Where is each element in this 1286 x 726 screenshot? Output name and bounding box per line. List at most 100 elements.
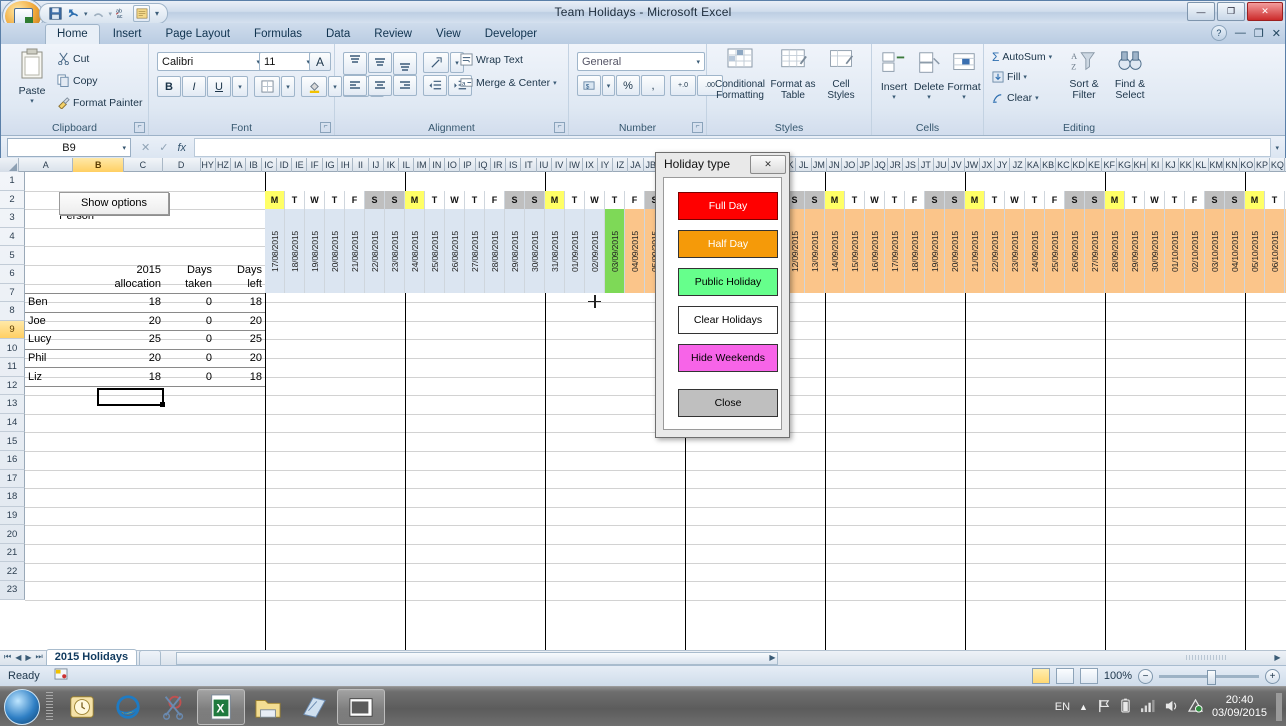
column-header-KF[interactable]: KF — [1102, 158, 1117, 172]
align-center-button[interactable] — [368, 75, 392, 96]
paste-dropdown-icon[interactable]: ▾ — [9, 97, 55, 105]
borders-button[interactable] — [254, 76, 280, 97]
format-as-table-button[interactable]: Format as Table — [769, 48, 817, 101]
save-icon[interactable] — [48, 6, 63, 21]
redo-icon[interactable] — [91, 6, 106, 21]
action-center-icon[interactable] — [1188, 699, 1203, 716]
align-top-button[interactable] — [343, 52, 367, 75]
horizontal-scrollbar[interactable]: ▶ ▶ — [0, 650, 1286, 665]
tab-view[interactable]: View — [425, 25, 472, 44]
column-header-IT[interactable]: IT — [521, 158, 536, 172]
column-header-KG[interactable]: KG — [1117, 158, 1132, 172]
column-header-JM[interactable]: JM — [812, 158, 827, 172]
font-name-combo[interactable]: Calibri ▾ — [157, 52, 265, 71]
flag-icon[interactable] — [1097, 699, 1111, 716]
column-header-IX[interactable]: IX — [583, 158, 598, 172]
fill-button[interactable]: Fill ▾ — [992, 71, 1027, 83]
calendar-date-cell[interactable]: 30/08/2015 — [525, 209, 545, 293]
public-holiday-button[interactable]: Public Holiday — [678, 268, 778, 296]
network-icon[interactable] — [1140, 699, 1155, 716]
calendar-date-cell[interactable]: 05/10/2015 — [1245, 209, 1265, 293]
close-dialog-button[interactable]: Close — [678, 389, 778, 417]
name-box-chevron-icon[interactable]: ▾ — [122, 144, 126, 152]
calendar-date-cell[interactable]: 27/09/2015 — [1085, 209, 1105, 293]
hide-weekends-button[interactable]: Hide Weekends — [678, 344, 778, 372]
merge-center-dropdown-icon[interactable]: ▾ — [553, 79, 557, 87]
column-header-IO[interactable]: IO — [445, 158, 460, 172]
prev-sheet-button[interactable]: ◀ — [14, 653, 22, 662]
volume-icon[interactable] — [1164, 699, 1179, 716]
increase-decimal-button[interactable]: +.0 — [670, 75, 696, 96]
taskbar-grip[interactable] — [46, 692, 53, 722]
align-left-button[interactable] — [343, 75, 367, 96]
table-cell-r7-c1[interactable]: 20 — [100, 349, 161, 368]
alignment-dialog-launcher[interactable]: ⌐ — [554, 122, 565, 133]
calendar-day-letter[interactable]: S — [365, 191, 385, 211]
calendar-day-letter[interactable]: T — [1165, 191, 1185, 211]
column-header-IH[interactable]: IH — [338, 158, 353, 172]
column-header-JW[interactable]: JW — [965, 158, 980, 172]
column-header-IP[interactable]: IP — [460, 158, 475, 172]
column-header-KI[interactable]: KI — [1148, 158, 1163, 172]
underline-dropdown-icon[interactable]: ▾ — [232, 76, 248, 97]
fill-color-button[interactable] — [301, 76, 327, 97]
sheet-tab-2015-holidays[interactable]: 2015 Holidays — [46, 649, 137, 665]
calendar-date-cell[interactable]: 22/08/2015 — [365, 209, 385, 293]
bold-button[interactable]: B — [157, 76, 181, 97]
decrease-indent-button[interactable] — [423, 75, 447, 96]
calendar-date-cell[interactable]: 28/09/2015 — [1105, 209, 1125, 293]
last-sheet-button[interactable]: ⏭ — [35, 652, 44, 662]
calendar-date-cell[interactable]: 31/08/2015 — [545, 209, 565, 293]
column-header-JN[interactable]: JN — [827, 158, 842, 172]
calendar-day-letter[interactable]: M — [405, 191, 425, 211]
minimize-button[interactable]: — — [1187, 2, 1215, 21]
zoom-slider-thumb[interactable] — [1207, 670, 1216, 685]
calendar-day-letter[interactable]: W — [445, 191, 465, 211]
column-header-IC[interactable]: IC — [262, 158, 277, 172]
column-header-IQ[interactable]: IQ — [476, 158, 491, 172]
calendar-day-letter[interactable]: T — [465, 191, 485, 211]
calendar-date-cell[interactable]: 26/09/2015 — [1065, 209, 1085, 293]
row-header-17[interactable]: 17 — [0, 470, 25, 489]
column-header-IL[interactable]: IL — [399, 158, 414, 172]
column-header-IK[interactable]: IK — [384, 158, 399, 172]
column-header-C[interactable]: C — [124, 158, 163, 172]
internet-explorer-icon[interactable] — [105, 690, 151, 724]
calendar-date-cell[interactable]: 04/10/2015 — [1225, 209, 1245, 293]
calendar-date-cell[interactable]: 24/09/2015 — [1025, 209, 1045, 293]
column-header-B[interactable]: B — [73, 158, 124, 172]
name-box[interactable]: B9 ▾ — [7, 138, 131, 157]
taskbar-clock[interactable]: 20:40 03/09/2015 — [1212, 694, 1267, 720]
show-hidden-icons-button[interactable]: ▲ — [1079, 702, 1088, 712]
row-header-10[interactable]: 10 — [0, 339, 25, 358]
dialog-close-button[interactable]: ✕ — [750, 155, 786, 174]
calendar-day-letter[interactable]: M — [265, 191, 285, 211]
calendar-date-cell[interactable]: 06/10/2015 — [1265, 209, 1285, 293]
calendar-date-cell[interactable]: 28/08/2015 — [485, 209, 505, 293]
calendar-date-cell[interactable]: 17/09/2015 — [885, 209, 905, 293]
row-header-21[interactable]: 21 — [0, 544, 25, 563]
row-header-6[interactable]: 6 — [0, 265, 25, 284]
hscroll-far-right-arrow[interactable]: ▶ — [1271, 651, 1284, 664]
column-header-ID[interactable]: ID — [277, 158, 292, 172]
zoom-out-button[interactable]: − — [1138, 669, 1153, 684]
calendar-day-letter[interactable]: T — [565, 191, 585, 211]
calendar-day-letter[interactable]: T — [605, 191, 625, 211]
column-header-KL[interactable]: KL — [1194, 158, 1209, 172]
column-header-JA[interactable]: JA — [628, 158, 643, 172]
column-header-IN[interactable]: IN — [430, 158, 445, 172]
calendar-day-letter[interactable]: T — [1025, 191, 1045, 211]
row-header-18[interactable]: 18 — [0, 488, 25, 507]
column-header-KP[interactable]: KP — [1255, 158, 1270, 172]
row-header-2[interactable]: 2 — [0, 191, 25, 210]
copy-button[interactable]: Copy — [57, 74, 98, 87]
format-dropdown-icon[interactable]: ▾ — [947, 93, 981, 101]
font-dialog-launcher[interactable]: ⌐ — [320, 122, 331, 133]
holiday-type-dialog[interactable]: Holiday type ✕ Full Day Half Day Public … — [655, 152, 790, 438]
folder-icon[interactable] — [245, 690, 291, 724]
worksheet-grid[interactable]: ABCDHYHZIAIBICIDIEIFIGIHIIIJIKILIMINIOIP… — [0, 158, 1286, 650]
row-header-23[interactable]: 23 — [0, 581, 25, 600]
page-break-view-button[interactable] — [1080, 668, 1098, 684]
column-header-JS[interactable]: JS — [903, 158, 918, 172]
row-header-15[interactable]: 15 — [0, 432, 25, 451]
